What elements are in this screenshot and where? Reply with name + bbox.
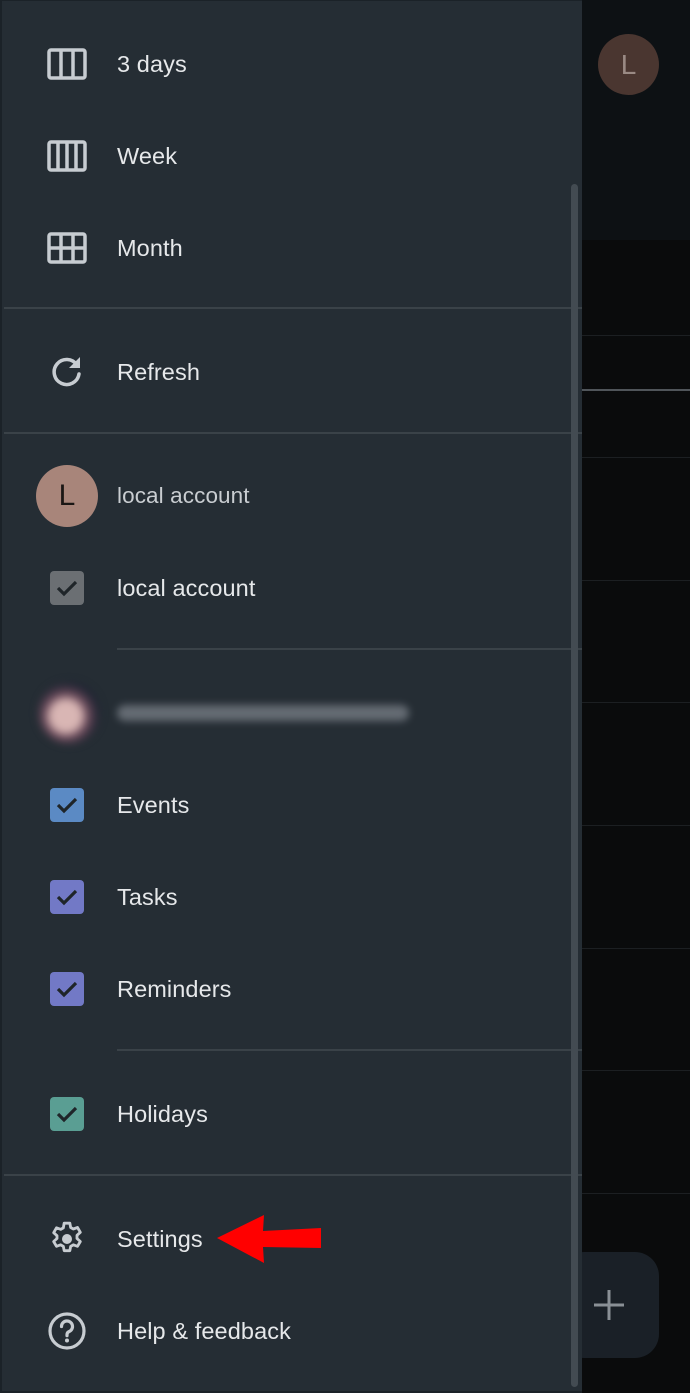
grid-line (582, 580, 690, 581)
calendar-label: Reminders (117, 975, 232, 1002)
help-feedback-button[interactable]: Help & feedback (2, 1291, 567, 1371)
settings-gear-icon (46, 1218, 88, 1260)
month-view-icon (46, 227, 88, 269)
calendar-toggle-holidays[interactable]: Holidays (2, 1074, 567, 1154)
calendar-toggle-events[interactable]: Events (2, 765, 567, 845)
checkbox[interactable] (46, 876, 88, 918)
help-feedback-label: Help & feedback (117, 1317, 291, 1344)
checkmark-icon (50, 571, 84, 605)
divider (4, 432, 582, 434)
view-option-month[interactable]: Month (2, 208, 567, 288)
view-option-label: Month (117, 234, 183, 261)
calendar-label: Events (117, 791, 190, 818)
current-time-line (582, 389, 690, 391)
view-option-week[interactable]: Week (2, 116, 567, 196)
calendar-toggle-local-account[interactable]: local account (2, 548, 567, 628)
divider (117, 1049, 582, 1051)
calendar-label: Tasks (117, 883, 178, 910)
settings-label: Settings (117, 1225, 203, 1252)
checkmark-icon (50, 1097, 84, 1131)
annotation-arrow-icon (217, 1215, 321, 1263)
calendar-toggle-tasks[interactable]: Tasks (2, 857, 567, 937)
checkmark-icon (50, 788, 84, 822)
account-avatar: L (36, 465, 98, 527)
calendar-label: Holidays (117, 1100, 208, 1127)
grid-line (582, 702, 690, 703)
checkbox[interactable] (46, 567, 88, 609)
divider (4, 1174, 582, 1176)
drawer-scrollbar[interactable] (571, 184, 578, 1387)
checkbox[interactable] (46, 784, 88, 826)
view-option-3-days[interactable]: 3 days (2, 24, 567, 104)
view-option-label: 3 days (117, 50, 187, 77)
checkmark-icon (50, 972, 84, 1006)
help-icon (46, 1310, 88, 1352)
view-option-label: Week (117, 142, 178, 169)
account-email-blurred (117, 705, 409, 721)
calendar-toggle-reminders[interactable]: Reminders (2, 949, 567, 1029)
three-day-view-icon (46, 43, 88, 85)
account-avatar[interactable]: L (598, 34, 659, 95)
account-avatar-photo (38, 682, 100, 744)
checkbox[interactable] (46, 1093, 88, 1135)
checkmark-icon (50, 880, 84, 914)
divider (4, 307, 582, 309)
grid-line (582, 335, 690, 336)
grid-line (582, 1070, 690, 1071)
grid-line (582, 825, 690, 826)
refresh-label: Refresh (117, 358, 200, 385)
refresh-button[interactable]: Refresh (2, 332, 567, 412)
account-name: local account (117, 483, 250, 508)
refresh-icon (46, 351, 88, 393)
grid-line (582, 457, 690, 458)
plus-icon (594, 1290, 624, 1320)
account-header-google (2, 673, 567, 753)
checkbox[interactable] (46, 968, 88, 1010)
divider (117, 648, 582, 650)
week-view-icon (46, 135, 88, 177)
grid-line (582, 1193, 690, 1194)
account-header-local: L local account (2, 456, 567, 536)
navigation-drawer: 3 days Week Month Refresh L local accoun… (0, 0, 582, 1393)
calendar-label: local account (117, 574, 256, 601)
grid-line (582, 948, 690, 949)
